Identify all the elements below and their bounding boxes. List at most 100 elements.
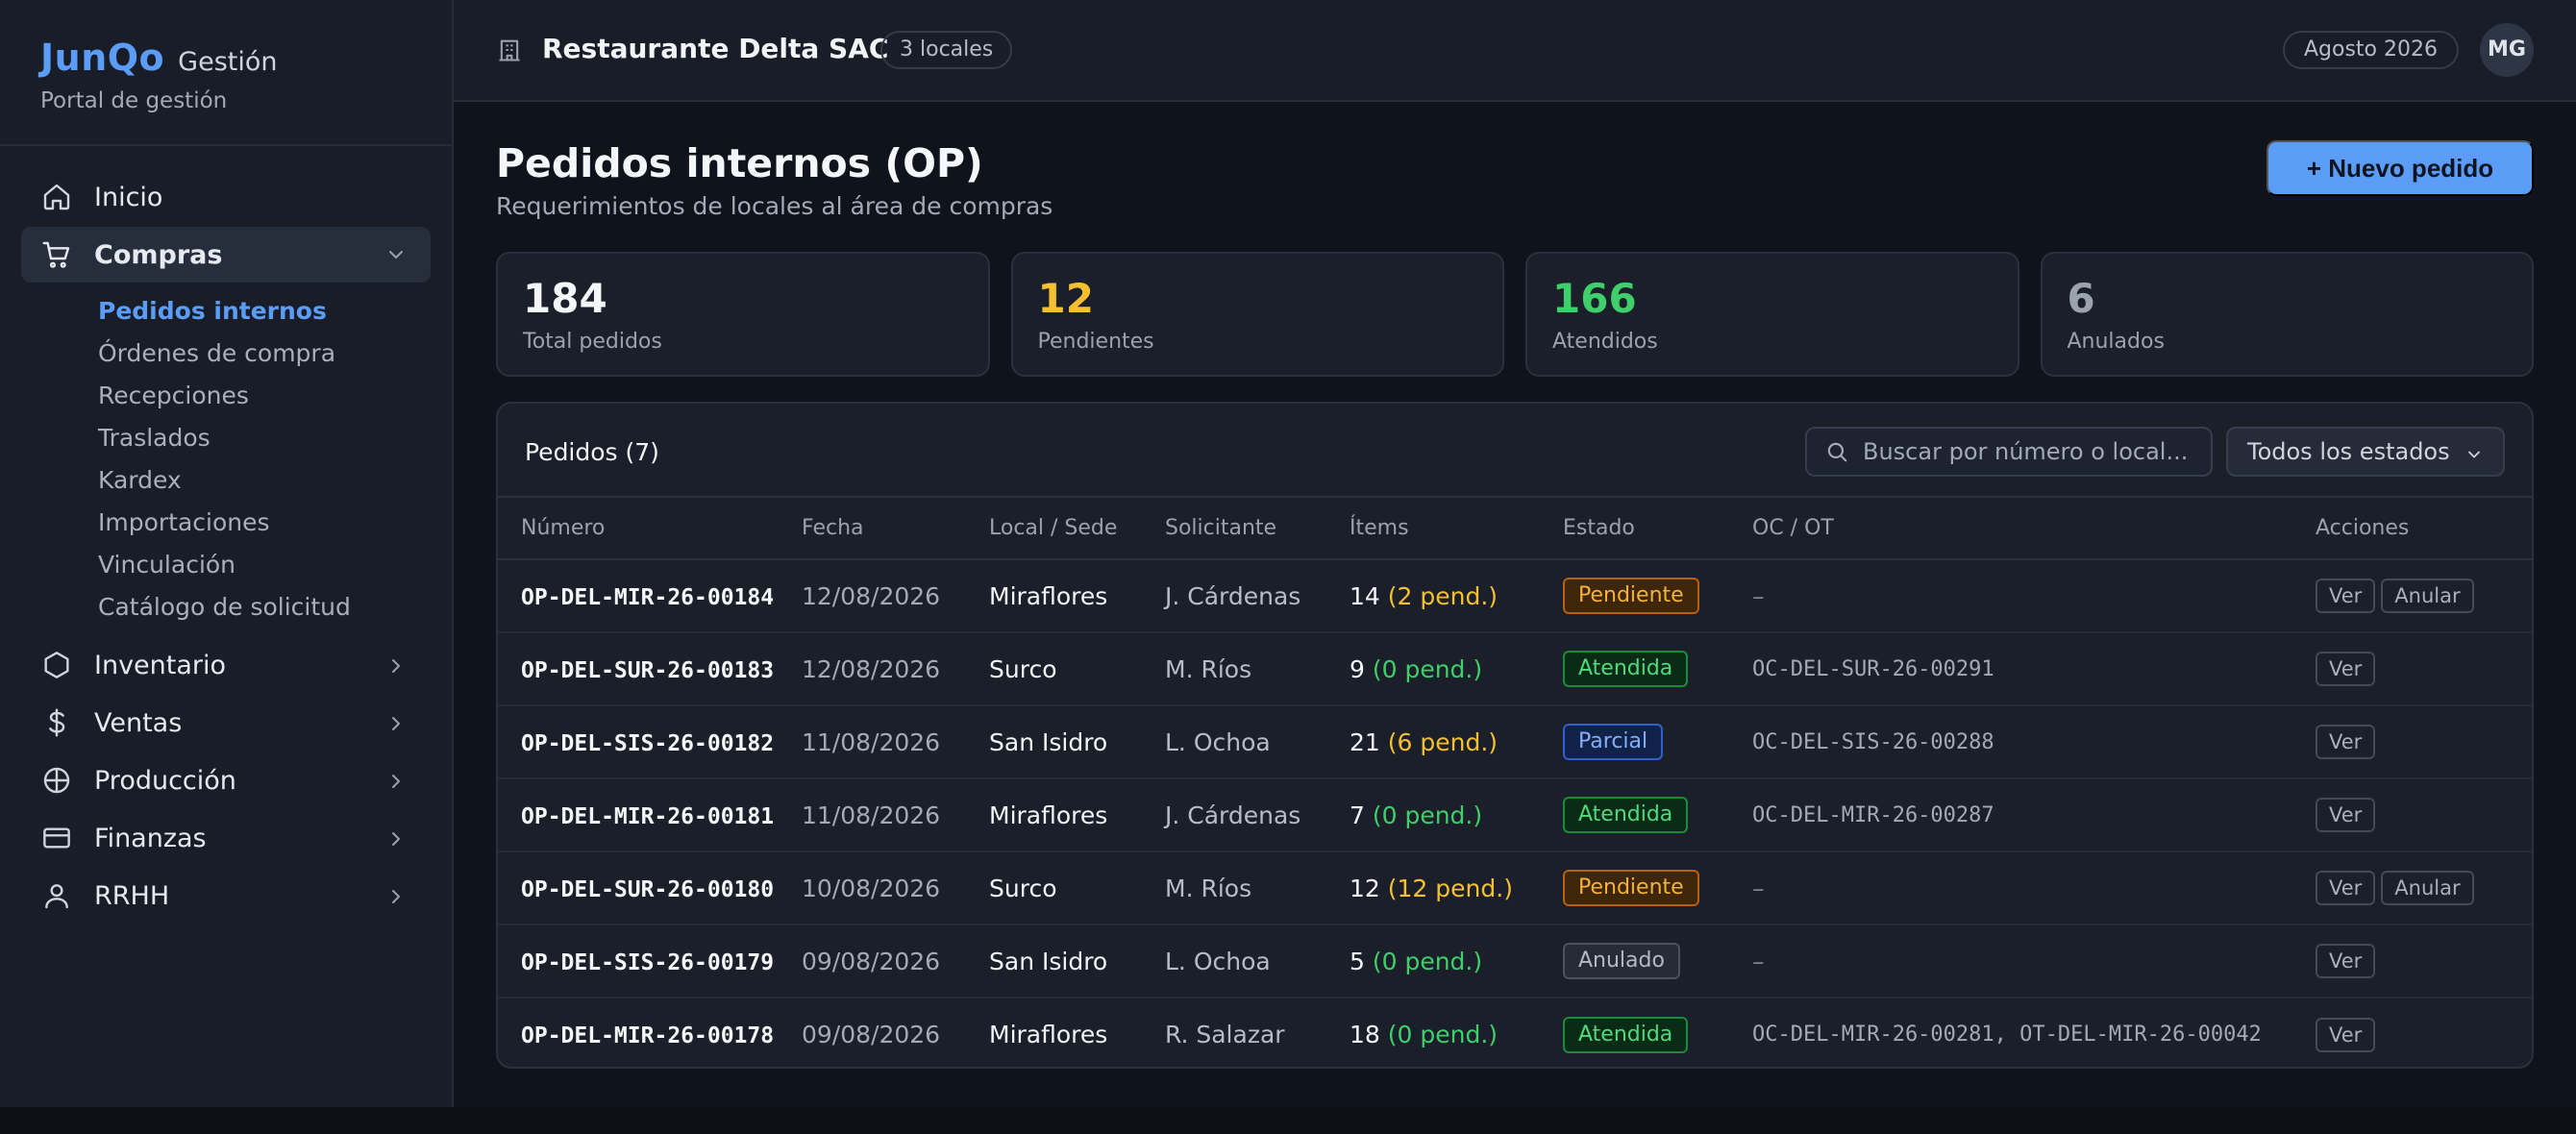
- stat-value: 6: [2067, 275, 2095, 322]
- new-order-button[interactable]: + Nuevo pedido: [2266, 140, 2534, 196]
- status-badge: Pendiente: [1563, 870, 1699, 906]
- oc-reference[interactable]: OC-DEL-MIR-26-00287: [1752, 778, 2316, 851]
- items-count: 7: [1350, 801, 1365, 829]
- order-number[interactable]: OP-DEL-SIS-26-00182: [521, 731, 774, 756]
- order-number[interactable]: OP-DEL-MIR-26-00184: [521, 585, 774, 610]
- sidebar-item-label: RRHH: [94, 880, 170, 911]
- column-header-items[interactable]: Ítems: [1350, 498, 1563, 560]
- order-date: 12/08/2026: [802, 581, 941, 610]
- page-subtitle: Requerimientos de locales al área de com…: [496, 192, 1053, 220]
- table-row[interactable]: OP-DEL-MIR-26-00184 12/08/2026 Miraflore…: [498, 559, 2532, 632]
- search-input[interactable]: [1863, 438, 2209, 465]
- globe-icon: [40, 764, 73, 797]
- sidebar-item-compras[interactable]: Compras: [21, 227, 431, 283]
- chevron-down-icon: [2465, 443, 2484, 462]
- column-header-estado[interactable]: Estado: [1563, 498, 1752, 560]
- avatar[interactable]: MG: [2480, 23, 2534, 77]
- sidebar-item-inventario[interactable]: Inventario: [21, 638, 431, 692]
- subitem-importaciones[interactable]: Importaciones: [98, 502, 452, 544]
- subitem-kardex[interactable]: Kardex: [98, 459, 452, 502]
- column-header-solicitante[interactable]: Solicitante: [1165, 498, 1350, 560]
- brand-suffix: Gestión: [178, 47, 278, 77]
- subitem-traslados[interactable]: Traslados: [98, 417, 452, 459]
- column-header-local[interactable]: Local / Sede: [989, 498, 1165, 560]
- cancel-order-button[interactable]: Anular: [2381, 579, 2474, 613]
- view-button[interactable]: Ver: [2316, 871, 2376, 905]
- view-button[interactable]: Ver: [2316, 944, 2376, 978]
- panel-title: Pedidos (7): [525, 438, 659, 466]
- subitem-catalogo-solicitud[interactable]: Catálogo de solicitud: [98, 586, 452, 629]
- order-number[interactable]: OP-DEL-SUR-26-00180: [521, 877, 774, 902]
- order-number[interactable]: OP-DEL-MIR-26-00178: [521, 1023, 774, 1048]
- table-row[interactable]: OP-DEL-SUR-26-00180 10/08/2026 Surco M. …: [498, 851, 2532, 924]
- stat-label: Anulados: [2067, 330, 2165, 354]
- building-icon: [496, 37, 525, 65]
- compras-submenu: Pedidos internos Órdenes de compra Recep…: [0, 284, 452, 638]
- column-header-fecha[interactable]: Fecha: [802, 498, 989, 560]
- search-box[interactable]: [1805, 427, 2213, 477]
- view-button[interactable]: Ver: [2316, 798, 2376, 832]
- order-number[interactable]: OP-DEL-MIR-26-00181: [521, 804, 774, 829]
- view-button[interactable]: Ver: [2316, 652, 2376, 686]
- table-row[interactable]: OP-DEL-SUR-26-00183 12/08/2026 Surco M. …: [498, 632, 2532, 705]
- brand: JunQo Gestión Portal de gestión: [0, 0, 452, 146]
- table-row[interactable]: OP-DEL-MIR-26-00178 09/08/2026 Miraflore…: [498, 998, 2532, 1067]
- order-number[interactable]: OP-DEL-SIS-26-00179: [521, 950, 774, 975]
- order-date: 09/08/2026: [802, 947, 941, 975]
- stat-label: Pendientes: [1037, 330, 1154, 354]
- table-row[interactable]: OP-DEL-SIS-26-00179 09/08/2026 San Isidr…: [498, 924, 2532, 998]
- order-requester: L. Ochoa: [1165, 727, 1271, 756]
- organization-name[interactable]: Restaurante Delta SAC: [542, 33, 888, 64]
- oc-reference[interactable]: OC-DEL-MIR-26-00281, OT-DEL-MIR-26-00042: [1752, 998, 2316, 1067]
- items-pending: (6 pend.): [1387, 727, 1499, 756]
- view-button[interactable]: Ver: [2316, 1017, 2376, 1052]
- subitem-ordenes-compra[interactable]: Órdenes de compra: [98, 333, 452, 375]
- table-header-row: Número Fecha Local / Sede Solicitante Ít…: [498, 498, 2532, 560]
- order-requester: J. Cárdenas: [1165, 801, 1301, 829]
- brand-logo[interactable]: JunQo: [40, 37, 164, 79]
- oc-reference[interactable]: OC-DEL-SUR-26-00291: [1752, 632, 2316, 705]
- table-row[interactable]: OP-DEL-MIR-26-00181 11/08/2026 Miraflore…: [498, 778, 2532, 851]
- order-local: Miraflores: [989, 581, 1108, 610]
- view-button[interactable]: Ver: [2316, 725, 2376, 759]
- order-items: 7 (0 pend.): [1350, 778, 1563, 851]
- order-items: 9 (0 pend.): [1350, 632, 1563, 705]
- subitem-pedidos-internos[interactable]: Pedidos internos: [98, 290, 452, 333]
- status-badge: Atendida: [1563, 797, 1689, 833]
- order-requester: M. Ríos: [1165, 874, 1252, 902]
- stat-card-total: 184 Total pedidos: [496, 252, 990, 377]
- order-local: San Isidro: [989, 727, 1108, 756]
- sidebar-item-finanzas[interactable]: Finanzas: [21, 811, 431, 865]
- subitem-recepciones[interactable]: Recepciones: [98, 375, 452, 417]
- sidebar-item-ventas[interactable]: Ventas: [21, 696, 431, 750]
- column-header-oc[interactable]: OC / OT: [1752, 498, 2316, 560]
- cancel-order-button[interactable]: Anular: [2381, 871, 2474, 905]
- view-button[interactable]: Ver: [2316, 579, 2376, 613]
- status-filter-value: Todos los estados: [2247, 438, 2450, 465]
- locales-badge[interactable]: 3 locales: [880, 31, 1013, 69]
- status-filter-select[interactable]: Todos los estados: [2226, 427, 2505, 477]
- brand-subtitle: Portal de gestión: [40, 88, 228, 113]
- table-row[interactable]: OP-DEL-SIS-26-00182 11/08/2026 San Isidr…: [498, 705, 2532, 778]
- chevron-right-icon: [384, 654, 408, 678]
- order-local: Miraflores: [989, 1021, 1108, 1048]
- subitem-vinculacion[interactable]: Vinculación: [98, 544, 452, 586]
- sidebar-item-rrhh[interactable]: RRHH: [21, 869, 431, 923]
- order-number[interactable]: OP-DEL-SUR-26-00183: [521, 658, 774, 683]
- sidebar-item-inicio[interactable]: Inicio: [21, 169, 431, 225]
- page-title: Pedidos internos (OP): [496, 140, 983, 186]
- column-header-numero[interactable]: Número: [498, 498, 802, 560]
- items-count: 21: [1350, 727, 1380, 756]
- items-count: 9: [1350, 654, 1365, 683]
- items-pending: (2 pend.): [1387, 581, 1499, 610]
- period-selector[interactable]: Agosto 2026: [2282, 31, 2459, 69]
- order-date: 12/08/2026: [802, 654, 941, 683]
- order-date: 11/08/2026: [802, 727, 941, 756]
- sidebar-item-produccion[interactable]: Producción: [21, 753, 431, 807]
- status-badge: Parcial: [1563, 724, 1664, 760]
- oc-reference: –: [1752, 947, 1765, 975]
- order-local: Surco: [989, 874, 1057, 902]
- oc-reference[interactable]: OC-DEL-SIS-26-00288: [1752, 705, 2316, 778]
- sidebar-item-label: Inventario: [94, 650, 227, 680]
- stat-label: Atendidos: [1552, 330, 1658, 354]
